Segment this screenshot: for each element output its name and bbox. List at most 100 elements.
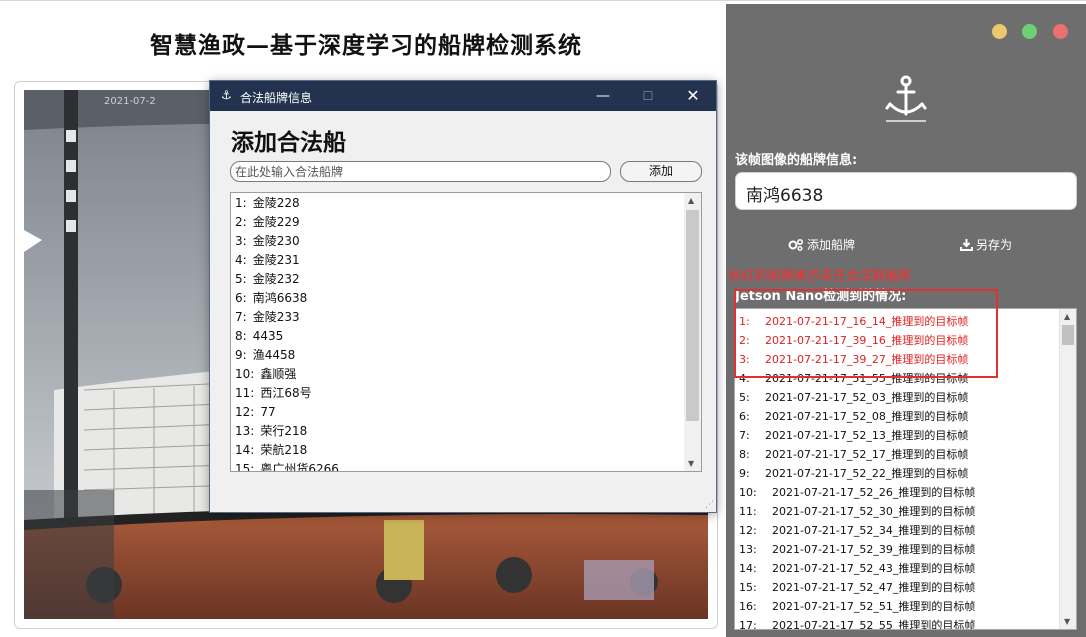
ship-list-item[interactable]: 14: 荣航218 xyxy=(235,441,339,460)
frames-scrollbar[interactable]: ▲ ▼ xyxy=(1059,309,1076,629)
scroll-up-icon[interactable]: ▲ xyxy=(688,196,694,205)
maximize-button[interactable]: ☐ xyxy=(633,85,663,107)
frame-list-item[interactable]: 16: 2021-07-21-17_52_51_推理到的目标帧 xyxy=(735,597,1060,616)
unregistered-note: 标红的船牌表示未在合法数据库 xyxy=(729,269,912,284)
ship-index: 10: xyxy=(235,367,255,381)
ship-list-item[interactable]: 6: 南鸿6638 xyxy=(235,289,339,308)
frame-list-item[interactable]: 13: 2021-07-21-17_52_39_推理到的目标帧 xyxy=(735,540,1060,559)
frame-index: 15: xyxy=(739,581,757,594)
video-timestamp-overlay: 2021-07-2 xyxy=(104,96,156,107)
frame-list-item[interactable]: 7: 2021-07-21-17_52_13_推理到的目标帧 xyxy=(735,426,1060,445)
frame-index: 6: xyxy=(739,410,750,423)
ship-name: 金陵229 xyxy=(252,215,300,229)
ship-name: 金陵232 xyxy=(252,272,300,286)
frame-name: 2021-07-21-17_52_26_推理到的目标帧 xyxy=(772,486,976,499)
frame-name: 2021-07-21-17_52_55_推理到的目标帧 xyxy=(772,619,976,630)
ship-list-item[interactable]: 11: 西江68号 xyxy=(235,384,339,403)
ship-name: 渔4458 xyxy=(252,348,296,362)
frames-rows: 1: 2021-07-21-17_16_14_推理到的目标帧 2: 2021-07-2… xyxy=(735,312,1060,630)
ship-rows: 1: 金陵228 2: 金陵229 3: 金陵230 4: 金陵231 5: 金陵232 6: 南鸿6… xyxy=(235,194,339,472)
add-ship-label: 添加船牌 xyxy=(807,238,856,252)
frame-name: 2021-07-21-17_52_13_推理到的目标帧 xyxy=(765,429,969,442)
add-ship-button[interactable]: 添加船牌 xyxy=(788,236,855,253)
maximize-dot-button[interactable] xyxy=(1022,24,1037,39)
ship-index: 11: xyxy=(235,386,255,400)
ship-name: 西江68号 xyxy=(260,386,312,400)
frame-list-item[interactable]: 5: 2021-07-21-17_52_03_推理到的目标帧 xyxy=(735,388,1060,407)
frame-list-item[interactable]: 9: 2021-07-21-17_52_22_推理到的目标帧 xyxy=(735,464,1060,483)
frame-name: 2021-07-21-17_39_16_推理到的目标帧 xyxy=(765,334,969,347)
frame-list-item[interactable]: 2: 2021-07-21-17_39_16_推理到的目标帧 xyxy=(735,331,1060,350)
minimize-button[interactable]: — xyxy=(588,85,618,107)
frame-index: 4: xyxy=(739,372,750,385)
ship-list-item[interactable]: 5: 金陵232 xyxy=(235,270,339,289)
ship-index: 3: xyxy=(235,234,247,248)
frame-plate-field[interactable]: 南鸿6638 xyxy=(735,172,1077,210)
minimize-dot-button[interactable] xyxy=(992,24,1007,39)
scroll-up-icon[interactable]: ▲ xyxy=(1064,312,1070,321)
frame-name: 2021-07-21-17_52_34_推理到的目标帧 xyxy=(772,524,976,537)
ship-list-item[interactable]: 12: 77 xyxy=(235,403,339,422)
frame-index: 14: xyxy=(739,562,757,575)
add-button[interactable]: 添加 xyxy=(620,161,702,182)
frame-list-item[interactable]: 15: 2021-07-21-17_52_47_推理到的目标帧 xyxy=(735,578,1060,597)
ship-index: 9: xyxy=(235,348,247,362)
ship-plate-input[interactable] xyxy=(230,161,611,182)
frame-index: 3: xyxy=(739,353,750,366)
close-button[interactable]: ✕ xyxy=(678,85,708,107)
frame-name: 2021-07-21-17_52_30_推理到的目标帧 xyxy=(772,505,976,518)
frame-list-item[interactable]: 11: 2021-07-21-17_52_30_推理到的目标帧 xyxy=(735,502,1060,521)
save-as-label: 另存为 xyxy=(976,238,1013,252)
ship-list-item[interactable]: 8: 4435 xyxy=(235,327,339,346)
scroll-down-icon[interactable]: ▼ xyxy=(1064,617,1070,626)
frame-list-item[interactable]: 14: 2021-07-21-17_52_43_推理到的目标帧 xyxy=(735,559,1060,578)
ship-name: 金陵231 xyxy=(252,253,300,267)
scroll-down-icon[interactable]: ▼ xyxy=(688,459,694,468)
dialog-titlebar[interactable]: ⚓ 合法船牌信息 — ☐ ✕ xyxy=(210,81,716,111)
frame-list-item[interactable]: 8: 2021-07-21-17_52_17_推理到的目标帧 xyxy=(735,445,1060,464)
ship-list-item[interactable]: 1: 金陵228 xyxy=(235,194,339,213)
frame-list-item[interactable]: 17: 2021-07-21-17_52_55_推理到的目标帧 xyxy=(735,616,1060,630)
ship-index: 4: xyxy=(235,253,247,267)
frame-list-item[interactable]: 3: 2021-07-21-17_39_27_推理到的目标帧 xyxy=(735,350,1060,369)
frame-list-item[interactable]: 6: 2021-07-21-17_52_08_推理到的目标帧 xyxy=(735,407,1060,426)
frame-list-item[interactable]: 4: 2021-07-21-17_51_55_推理到的目标帧 xyxy=(735,369,1060,388)
frame-plate-label: 该帧图像的船牌信息: xyxy=(735,153,858,168)
frame-name: 2021-07-21-17_16_14_推理到的目标帧 xyxy=(765,315,969,328)
ship-list-item[interactable]: 9: 渔4458 xyxy=(235,346,339,365)
save-as-button[interactable]: 另存为 xyxy=(960,236,1012,253)
ship-list-item[interactable]: 3: 金陵230 xyxy=(235,232,339,251)
frame-index: 13: xyxy=(739,543,757,556)
ship-name: 鑫顺强 xyxy=(260,367,297,381)
resize-grip-icon[interactable]: ⋰ xyxy=(705,500,714,510)
frame-index: 16: xyxy=(739,600,757,613)
frame-name: 2021-07-21-17_52_43_推理到的目标帧 xyxy=(772,562,976,575)
ship-list-item[interactable]: 10: 鑫顺强 xyxy=(235,365,339,384)
anchor-icon xyxy=(885,75,927,122)
legal-ships-list[interactable]: 1: 金陵228 2: 金陵229 3: 金陵230 4: 金陵231 5: 金陵232 6: 南鸿6… xyxy=(230,192,702,472)
ship-list-item[interactable]: 4: 金陵231 xyxy=(235,251,339,270)
frame-index: 17: xyxy=(739,619,757,630)
frame-name: 2021-07-21-17_52_39_推理到的目标帧 xyxy=(772,543,976,556)
frame-list-item[interactable]: 1: 2021-07-21-17_16_14_推理到的目标帧 xyxy=(735,312,1060,331)
ship-list-item[interactable]: 2: 金陵229 xyxy=(235,213,339,232)
frame-list-item[interactable]: 12: 2021-07-21-17_52_34_推理到的目标帧 xyxy=(735,521,1060,540)
detected-frames-list[interactable]: 1: 2021-07-21-17_16_14_推理到的目标帧 2: 2021-07-2… xyxy=(734,308,1077,630)
ship-index: 6: xyxy=(235,291,247,305)
ship-index: 2: xyxy=(235,215,247,229)
ship-list-item[interactable]: 7: 金陵233 xyxy=(235,308,339,327)
ship-list-item[interactable]: 15: 粤广州货6266 xyxy=(235,460,339,472)
ship-list-item[interactable]: 13: 荣行218 xyxy=(235,422,339,441)
frame-index: 9: xyxy=(739,467,750,480)
ship-name: 粤广州货6266 xyxy=(260,462,339,472)
frame-name: 2021-07-21-17_51_55_推理到的目标帧 xyxy=(765,372,969,385)
close-dot-button[interactable] xyxy=(1053,24,1068,39)
jetson-detection-label: Jetson Nano检测到的情况: xyxy=(735,289,907,304)
dialog-heading: 添加合法船 xyxy=(231,129,346,156)
frame-index: 5: xyxy=(739,391,750,404)
frames-scroll-thumb[interactable] xyxy=(1062,325,1074,345)
frame-list-item[interactable]: 10: 2021-07-21-17_52_26_推理到的目标帧 xyxy=(735,483,1060,502)
ship-name: 金陵233 xyxy=(252,310,300,324)
ships-scrollbar[interactable]: ▲ ▼ xyxy=(684,193,701,471)
ships-scroll-thumb[interactable] xyxy=(686,210,699,421)
